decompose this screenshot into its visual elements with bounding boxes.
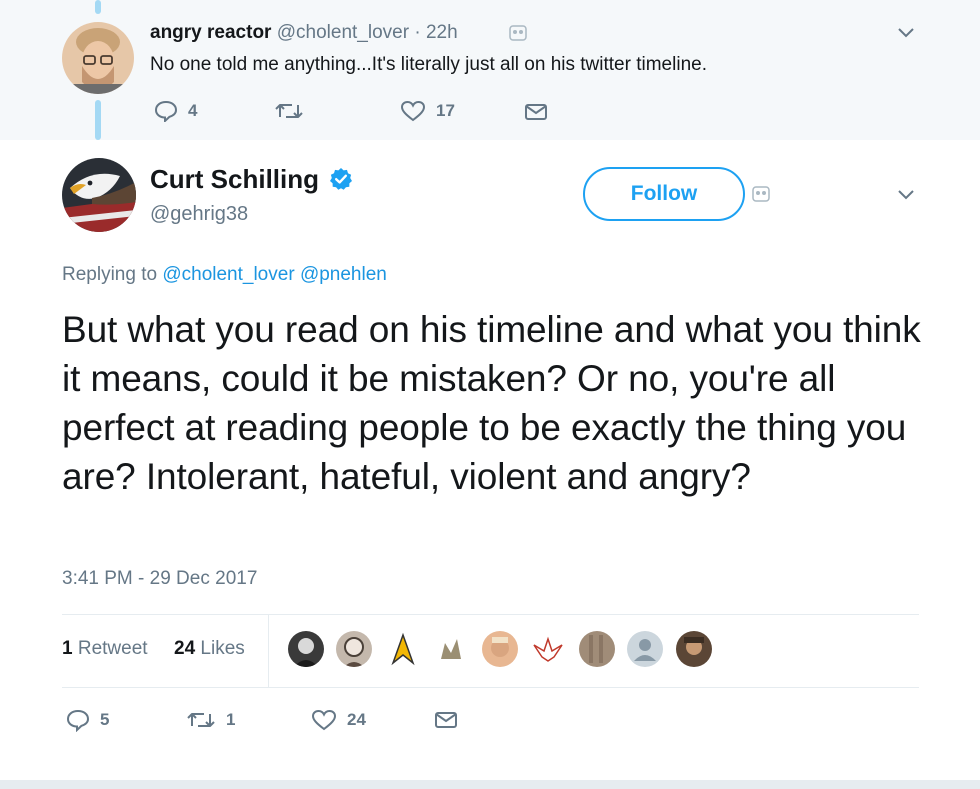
author-name[interactable]: Curt Schilling	[150, 164, 353, 194]
replying-prefix: Replying to	[62, 264, 158, 285]
retweets-stat[interactable]: 1 Retweet	[62, 638, 148, 660]
parent-separator: ·	[414, 22, 421, 43]
liker-avatar[interactable]	[288, 631, 324, 667]
liker-avatar[interactable]	[627, 631, 664, 667]
retweets-count: 1	[62, 638, 73, 659]
reply-button[interactable]: 4	[154, 100, 197, 122]
mail-icon[interactable]	[524, 103, 548, 121]
tweet-text: But what you read on his timeline and wh…	[62, 309, 921, 497]
divider	[62, 614, 919, 615]
likes-count: 24	[174, 638, 196, 659]
chevron-down-icon[interactable]	[898, 190, 914, 200]
liker-avatar[interactable]	[578, 631, 615, 667]
bottom-divider	[0, 780, 980, 789]
like-button[interactable]: 17	[400, 100, 455, 122]
liker-avatar[interactable]	[481, 631, 518, 667]
verified-badge-icon	[330, 168, 353, 190]
retweet-icon	[187, 713, 215, 727]
liker-avatar[interactable]	[675, 631, 712, 667]
reply-button[interactable]: 5	[66, 708, 109, 732]
liker-avatar[interactable]	[530, 631, 567, 667]
avatar[interactable]	[62, 158, 136, 232]
liker-avatar[interactable]	[384, 631, 421, 667]
mention-link[interactable]: @pnehlen	[300, 264, 387, 285]
reply-count: 5	[100, 710, 110, 729]
avatar[interactable]	[62, 22, 134, 94]
retweets-label: Retweet	[77, 638, 148, 659]
reply-icon	[66, 709, 90, 732]
stat-divider	[268, 615, 269, 687]
mail-icon[interactable]	[434, 711, 458, 729]
chevron-down-icon[interactable]	[898, 28, 914, 38]
block-icon[interactable]	[509, 25, 527, 41]
likers-row	[288, 631, 720, 667]
like-count: 17	[436, 101, 455, 120]
likes-stat[interactable]: 24 Likes	[174, 638, 245, 660]
likes-label: Likes	[200, 638, 245, 659]
retweet-count: 1	[226, 710, 236, 729]
tweet-timestamp[interactable]: 3:41 PM - 29 Dec 2017	[62, 568, 257, 590]
reply-count: 4	[188, 101, 198, 120]
retweet-button[interactable]	[274, 101, 314, 121]
display-name[interactable]: Curt Schilling	[150, 164, 319, 194]
like-button[interactable]: 24	[311, 708, 366, 732]
parent-handle[interactable]: @cholent_lover	[277, 22, 409, 43]
liker-avatar[interactable]	[433, 631, 470, 667]
parent-tweet-text: No one told me anything...It's literally…	[150, 54, 707, 75]
retweet-icon	[275, 104, 303, 118]
mention-link[interactable]: @cholent_lover	[162, 264, 294, 285]
thread-line-connector	[95, 100, 101, 140]
replying-to: Replying to @cholent_lover @pnehlen	[62, 264, 387, 286]
block-icon[interactable]	[752, 186, 770, 202]
heart-icon	[400, 100, 426, 122]
parent-tweet[interactable]: angry reactor @cholent_lover · 22h No on…	[0, 0, 980, 140]
follow-button[interactable]: Follow	[583, 167, 745, 221]
thread-line-top	[95, 0, 101, 14]
divider	[62, 687, 919, 688]
parent-time[interactable]: 22h	[426, 22, 458, 43]
liker-avatar[interactable]	[336, 631, 373, 667]
author-handle[interactable]: @gehrig38	[150, 203, 248, 225]
reply-icon	[154, 100, 178, 122]
like-count: 24	[347, 710, 366, 729]
parent-display-name[interactable]: angry reactor	[150, 22, 271, 43]
parent-header: angry reactor @cholent_lover · 22h	[150, 22, 458, 44]
heart-icon	[311, 709, 337, 731]
retweet-button[interactable]: 1	[186, 710, 235, 730]
